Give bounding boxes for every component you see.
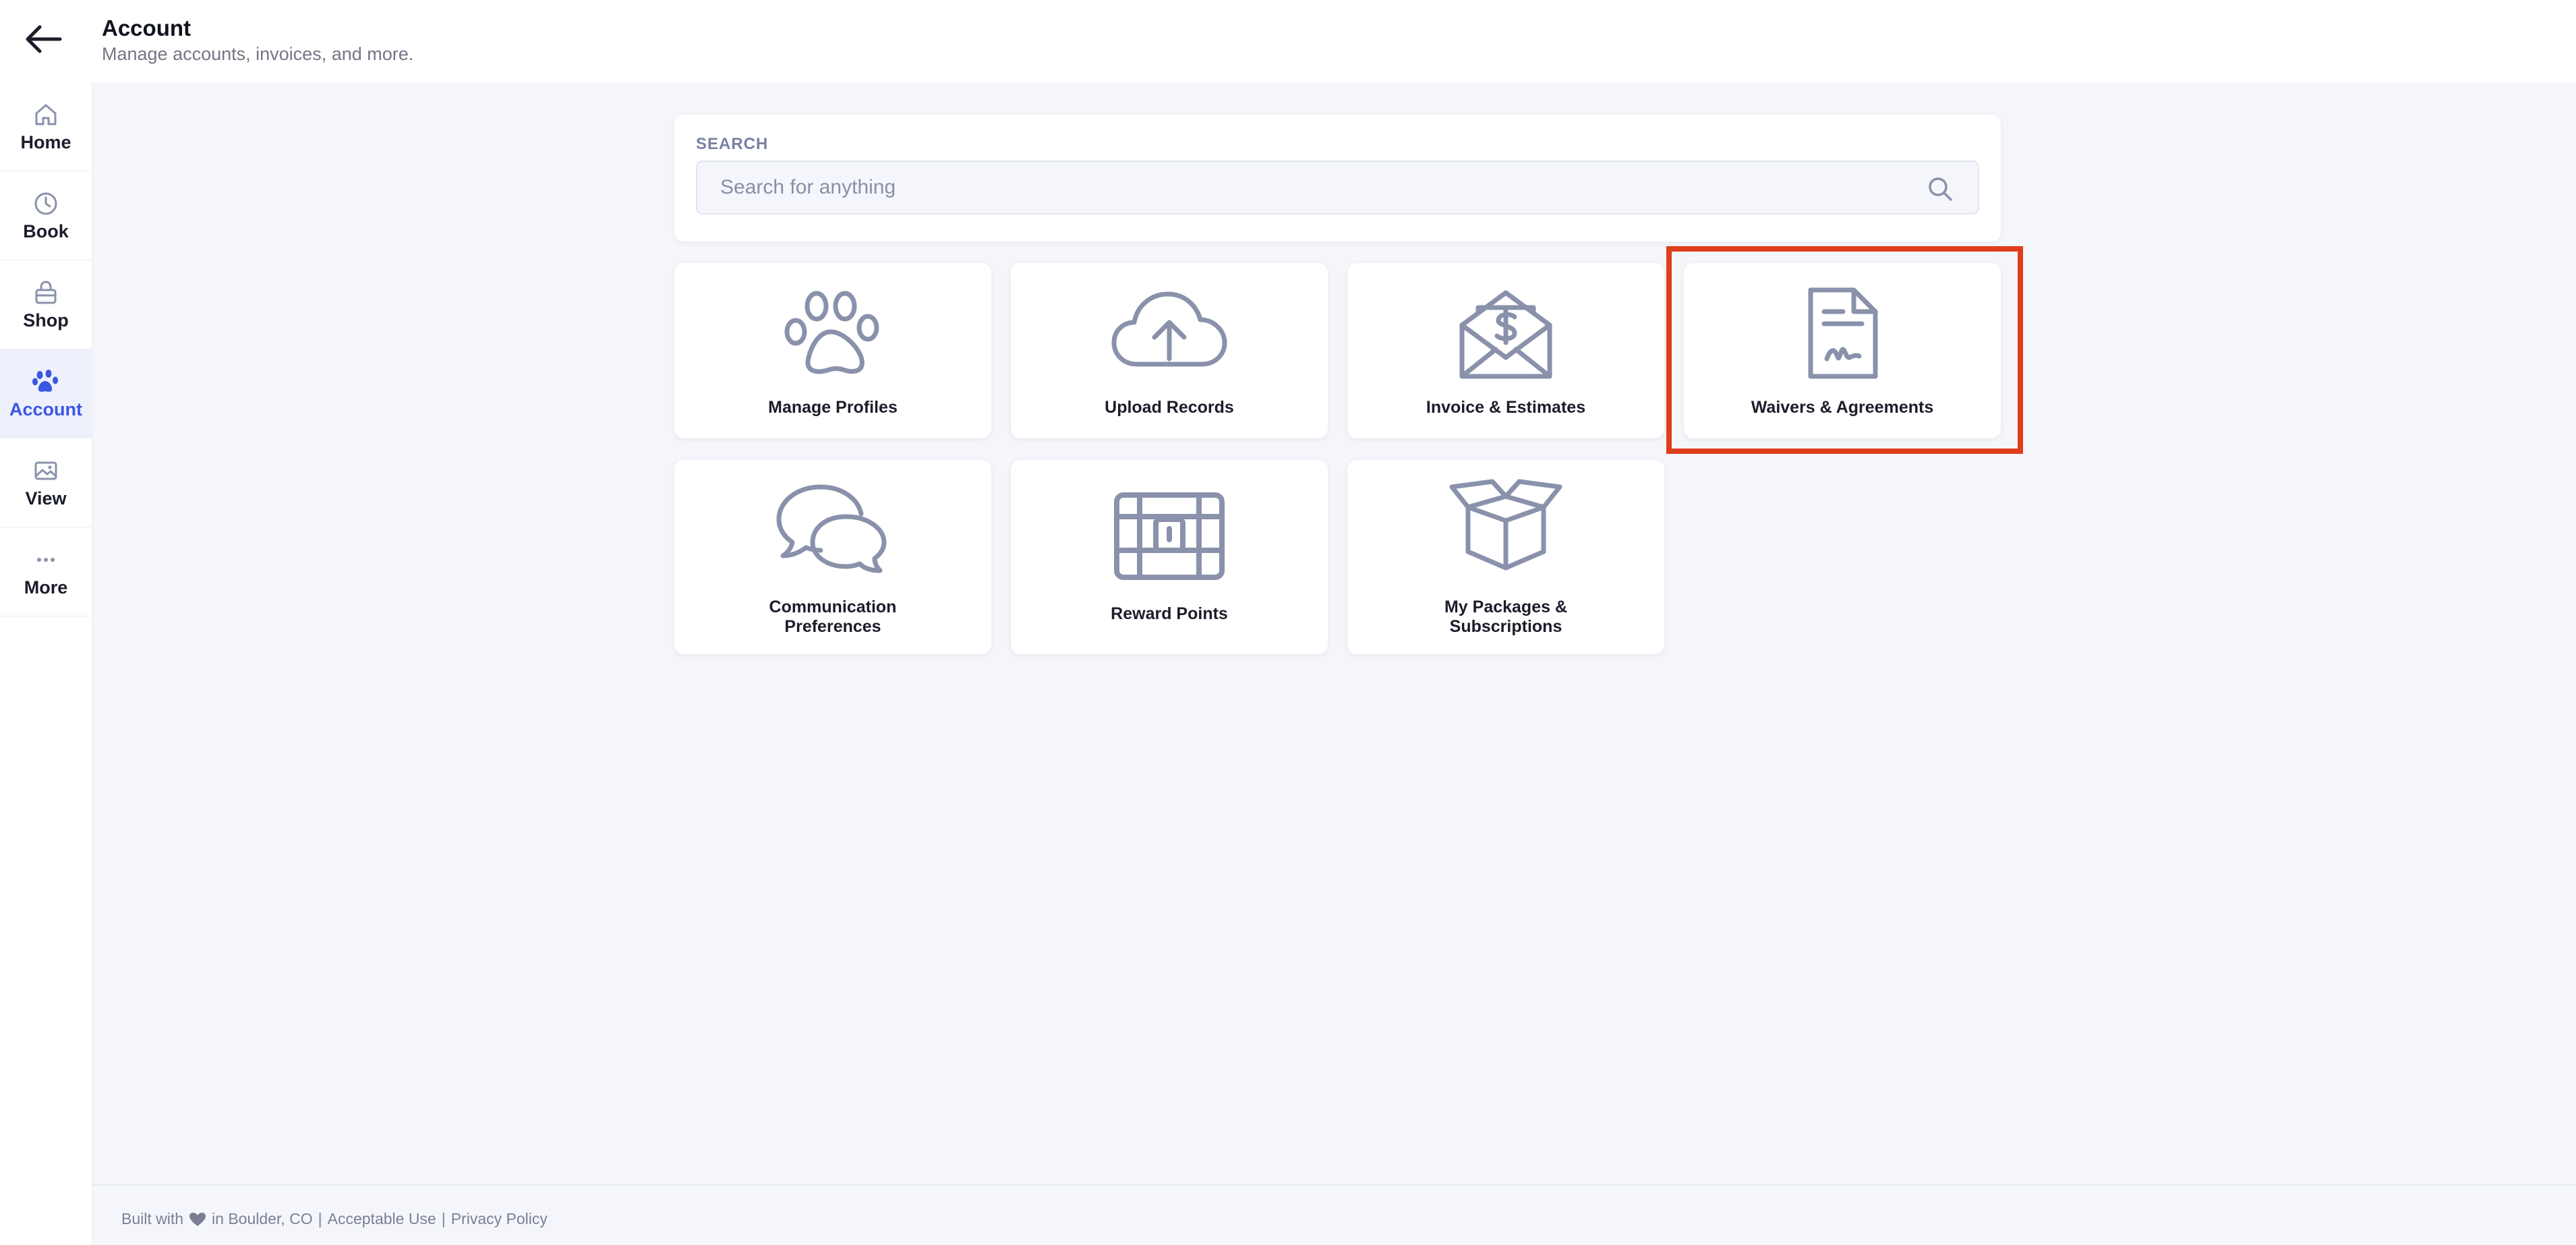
tile-label-line: Preferences [784, 617, 881, 636]
search-label: SEARCH [696, 135, 769, 153]
sidebar-item-label: More [24, 577, 68, 598]
tile-manage-profiles[interactable]: Manage Profiles [674, 263, 991, 438]
page-title: Account [102, 16, 191, 40]
back-button[interactable] [20, 19, 66, 59]
search-icon[interactable] [1927, 175, 1954, 202]
sidebar-item-shop[interactable]: Shop [0, 260, 92, 349]
tile-label: Communication Preferences [688, 598, 978, 637]
tile-waivers-agreements[interactable]: Waivers & Agreements [1684, 263, 2001, 438]
search-input[interactable] [697, 162, 1978, 213]
shopping-bag-icon [31, 278, 61, 308]
page-footer: Built with in Boulder, CO | Acceptable U… [92, 1184, 2576, 1245]
sidebar-item-home[interactable]: Home [0, 82, 92, 171]
sidebar-item-label: Account [9, 399, 82, 419]
page-header: Account Manage accounts, invoices, and m… [0, 0, 2576, 82]
tile-label-line: Subscriptions [1449, 617, 1562, 636]
clock-icon [31, 189, 61, 219]
cloud-upload-icon [1111, 291, 1227, 367]
image-icon [31, 456, 61, 486]
sidebar-item-label: View [25, 488, 67, 509]
tile-label-line: Communication [769, 598, 897, 616]
arrow-left-icon [26, 25, 62, 53]
main-content: SEARCH Manage Profiles Upload Rec [92, 82, 2576, 1184]
tile-label: Upload Records [1105, 398, 1234, 417]
signed-document-icon [1808, 287, 1878, 379]
sidebar-item-view[interactable]: View [0, 438, 92, 527]
envelope-dollar-icon [1459, 290, 1552, 379]
sidebar-item-label: Home [20, 132, 71, 152]
tile-label: My Packages & Subscriptions [1361, 598, 1651, 637]
tile-label-line: My Packages & [1444, 598, 1568, 616]
sidebar-nav: Home Book Shop Account View More [0, 82, 92, 1245]
footer-separator: | [441, 1210, 446, 1227]
footer-location: in Boulder, CO [212, 1210, 313, 1227]
footer-built-with: Built with [121, 1210, 184, 1227]
sidebar-item-label: Book [23, 221, 69, 241]
privacy-policy-link[interactable]: Privacy Policy [451, 1210, 548, 1228]
sidebar-item-more[interactable]: More [0, 527, 92, 616]
page-subtitle: Manage accounts, invoices, and more. [102, 44, 414, 64]
search-card: SEARCH [674, 115, 2001, 241]
tile-invoice-estimates[interactable]: Invoice & Estimates [1347, 263, 1664, 438]
search-box [696, 161, 1979, 214]
tile-reward-points[interactable]: Reward Points [1011, 460, 1328, 654]
footer-text: Built with in Boulder, CO | Acceptable U… [121, 1210, 548, 1228]
tile-upload-records[interactable]: Upload Records [1011, 263, 1328, 438]
tile-label: Manage Profiles [768, 398, 898, 417]
treasure-chest-icon [1114, 492, 1225, 580]
sidebar-item-book[interactable]: Book [0, 171, 92, 260]
sidebar-item-account[interactable]: Account [0, 349, 92, 438]
tile-communication-preferences[interactable]: Communication Preferences [674, 460, 991, 654]
more-dots-icon [31, 545, 61, 575]
tile-label: Waivers & Agreements [1751, 398, 1934, 417]
paw-icon [31, 367, 61, 397]
footer-separator: | [318, 1210, 322, 1227]
heart-icon [189, 1212, 206, 1226]
tile-my-packages-subscriptions[interactable]: My Packages & Subscriptions [1347, 460, 1664, 654]
open-box-icon [1449, 479, 1562, 571]
tile-label: Invoice & Estimates [1426, 398, 1586, 417]
acceptable-use-link[interactable]: Acceptable Use [328, 1210, 436, 1228]
sidebar-item-label: Shop [23, 310, 69, 330]
paw-icon [784, 291, 879, 374]
home-icon [31, 100, 61, 129]
chat-bubbles-icon [776, 484, 887, 573]
tile-label: Reward Points [1111, 604, 1228, 623]
